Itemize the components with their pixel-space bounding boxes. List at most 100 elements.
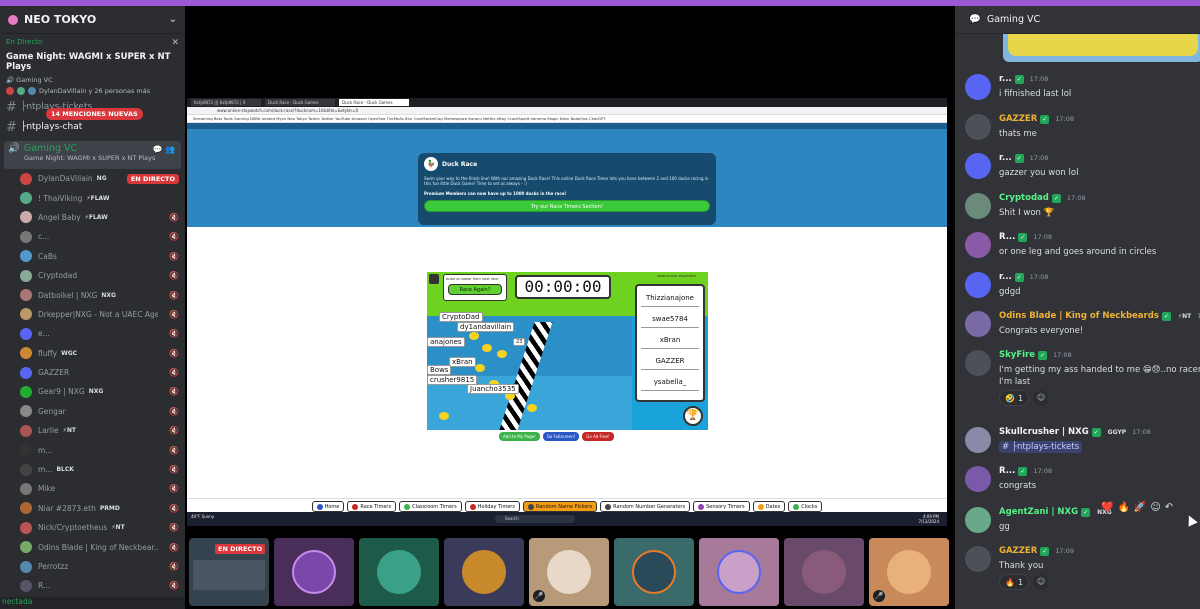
avatar[interactable] [965,311,991,337]
trophy-icon[interactable]: 🏆 [683,406,703,426]
nav-dates[interactable]: Dates [752,501,786,512]
participant-tile[interactable] [784,538,864,606]
voice-user[interactable]: Niar #2873.eth PRMD 🔇 [0,499,185,518]
avatar[interactable] [965,546,991,572]
taskbar-search[interactable]: Search [495,515,575,523]
browser-tab[interactable]: Kxfp9872 ||| Kxfp9872 | X [191,99,261,106]
message-author[interactable]: Cryptodad [999,193,1049,203]
nav-sensory-timers[interactable]: Sensory Timers [693,501,750,512]
message-author[interactable]: r... [999,74,1012,84]
rocket-icon[interactable]: 🚀 [1134,502,1146,513]
avatar[interactable] [965,232,991,258]
reply-icon[interactable]: ↶ [1165,502,1173,513]
chat-bubble-icon[interactable]: 💬 👥 [153,145,175,154]
voice-user[interactable]: Angel Baby ⚡FLAW 🔇 [0,208,185,227]
browser-tab[interactable]: Duck Race - Duck Games [339,99,409,106]
voice-user[interactable]: Cryptodad 🔇 [0,266,185,285]
server-header[interactable]: NEO TOKYO ⌄ [0,6,185,34]
reaction-pill[interactable]: 🔥 1 [999,574,1030,590]
voice-user[interactable]: DylanDaVillain NG EN DIRECTO [0,169,185,188]
message-author[interactable]: r... [999,272,1012,282]
mentions-badge[interactable]: 14 MENCIONES NUEVAS [46,108,143,120]
voice-user[interactable]: m... BLCK 🔇 [0,460,185,479]
avatar[interactable] [965,272,991,298]
avatar[interactable] [965,350,991,376]
stream-view[interactable]: Kxfp9872 ||| Kxfp9872 | X Duck Race - Du… [185,6,950,609]
voice-user[interactable]: fluffy WGC 🔇 [0,344,185,363]
participant-tile[interactable] [359,538,439,606]
message-author[interactable]: AgentZani | NXG [999,507,1078,517]
nav-home[interactable]: Home [311,501,345,512]
reaction-pill[interactable]: 🤣 1 [999,390,1030,406]
voice-user[interactable]: m... 🔇 [0,440,185,459]
participant-tile-stream[interactable]: EN DIRECTO [189,538,269,606]
avatar[interactable] [965,74,991,100]
attached-image[interactable] [1003,34,1200,62]
voice-user[interactable]: Drkepper|NXG - Not a UAEC Agent 🔇 [0,305,185,324]
duck-race-game[interactable]: Autorun swear from next race Race Again?… [427,272,708,430]
voice-user[interactable]: Odins Blade | King of Neckbear... 🔇 [0,537,185,556]
voice-channel-gaming-vc[interactable]: 🔊 Gaming VC Game Night: WAGMI x SUPER x N… [4,141,181,169]
voice-user[interactable]: Perrotzz 🔇 [0,557,185,576]
voice-user[interactable]: CaBs 🔇 [0,247,185,266]
message-author[interactable]: GAZZER [999,546,1037,556]
message-author[interactable]: SkyFire [999,350,1035,360]
nav-holiday-timers[interactable]: Holiday Timers [464,501,520,512]
nav-random-name-pickers[interactable]: Random Name Pickers [522,501,598,512]
chevron-down-icon[interactable]: ⌄ [169,14,177,25]
participant-tile[interactable]: 🎤 [869,538,949,606]
add-reaction-icon[interactable]: ☺ [1150,502,1160,513]
voice-user[interactable]: Larlie ⚡NT 🔇 [0,421,185,440]
participant-tile[interactable] [614,538,694,606]
message-author[interactable]: R... [999,466,1015,476]
nav-classroom-timers[interactable]: Classroom Timers [399,501,462,512]
fullscreen-button[interactable]: Go Fullscreen! [542,432,580,441]
avatar[interactable] [965,153,991,179]
browser-tab[interactable]: Duck Race - Duck Games [265,99,335,106]
live-event-box[interactable]: En Directo ✕ Game Night: WAGMI x SUPER x … [0,34,185,95]
message-author[interactable]: GAZZER [999,114,1037,124]
voice-user[interactable]: R... 🔇 [0,576,185,595]
voice-user[interactable]: Nick/Cryptoetheus ⚡NT 🔇 [0,518,185,537]
ad-free-button[interactable]: Go Ad Free! [582,432,614,441]
race-timers-button[interactable]: Try our Race Timers Section! [424,200,710,212]
avatar[interactable] [965,114,991,140]
avatar[interactable] [965,466,991,492]
add-reaction-icon[interactable]: ☺ [1033,390,1050,406]
voice-user[interactable]: ! ThaiViking ⚡FLAW [0,188,185,207]
participant-tile[interactable]: 🎤 [529,538,609,606]
voice-user[interactable]: Gengar 🔇 [0,402,185,421]
avatar[interactable] [965,507,991,533]
close-icon[interactable]: ✕ [171,38,179,48]
voice-user[interactable]: GAZZER 🔇 [0,363,185,382]
voice-user[interactable]: c... 🔇 [0,227,185,246]
url-bar[interactable]: www.online-stopwatch.com/duck-race/?duck… [187,107,947,115]
channel-mention[interactable]: # ├ntplays-tickets [999,441,1083,453]
gear-icon[interactable] [429,274,439,284]
avatar[interactable] [965,193,991,219]
message-author[interactable]: r... [999,153,1012,163]
fire-icon[interactable]: 🔥 [1117,502,1129,513]
nav-clocks[interactable]: Clocks [788,501,823,512]
avatar[interactable] [965,427,991,453]
race-again-button[interactable]: Race Again? [448,284,502,295]
channel-chat[interactable]: # ├ntplays-chat [0,117,185,137]
participant-tile[interactable] [274,538,354,606]
heart-icon[interactable]: ❤️ [1101,502,1113,513]
participant-tile[interactable] [699,538,779,606]
message-author[interactable]: Skullcrusher | NXG [999,427,1089,437]
voice-user[interactable]: Mike 🔇 [0,479,185,498]
add-to-page-button[interactable]: Add to My Page! [499,432,540,441]
voice-user[interactable]: Gear9 | NXG NXG 🔇 [0,382,185,401]
message-author[interactable]: R... [999,232,1015,242]
message-author[interactable]: Odins Blade | King of Neckbeards [999,311,1159,321]
shared-screen[interactable]: Kxfp9872 ||| Kxfp9872 | X Duck Race - Du… [187,98,947,526]
bookmarks-bar[interactable]: Streaming Bots Tools Gaming NSBK related… [187,115,947,123]
nav-race-timers[interactable]: Race Timers [347,501,397,512]
nav-random-number-generators[interactable]: Random Number Generators [600,501,691,512]
voice-user[interactable]: e... 🔇 [0,324,185,343]
add-reaction-icon[interactable]: ☺ [1033,574,1050,590]
participant-tile[interactable] [444,538,524,606]
weather-widget[interactable]: 40°F Sunny [191,514,214,519]
voice-user[interactable]: Datboikel | NXG NXG 🔇 [0,285,185,304]
